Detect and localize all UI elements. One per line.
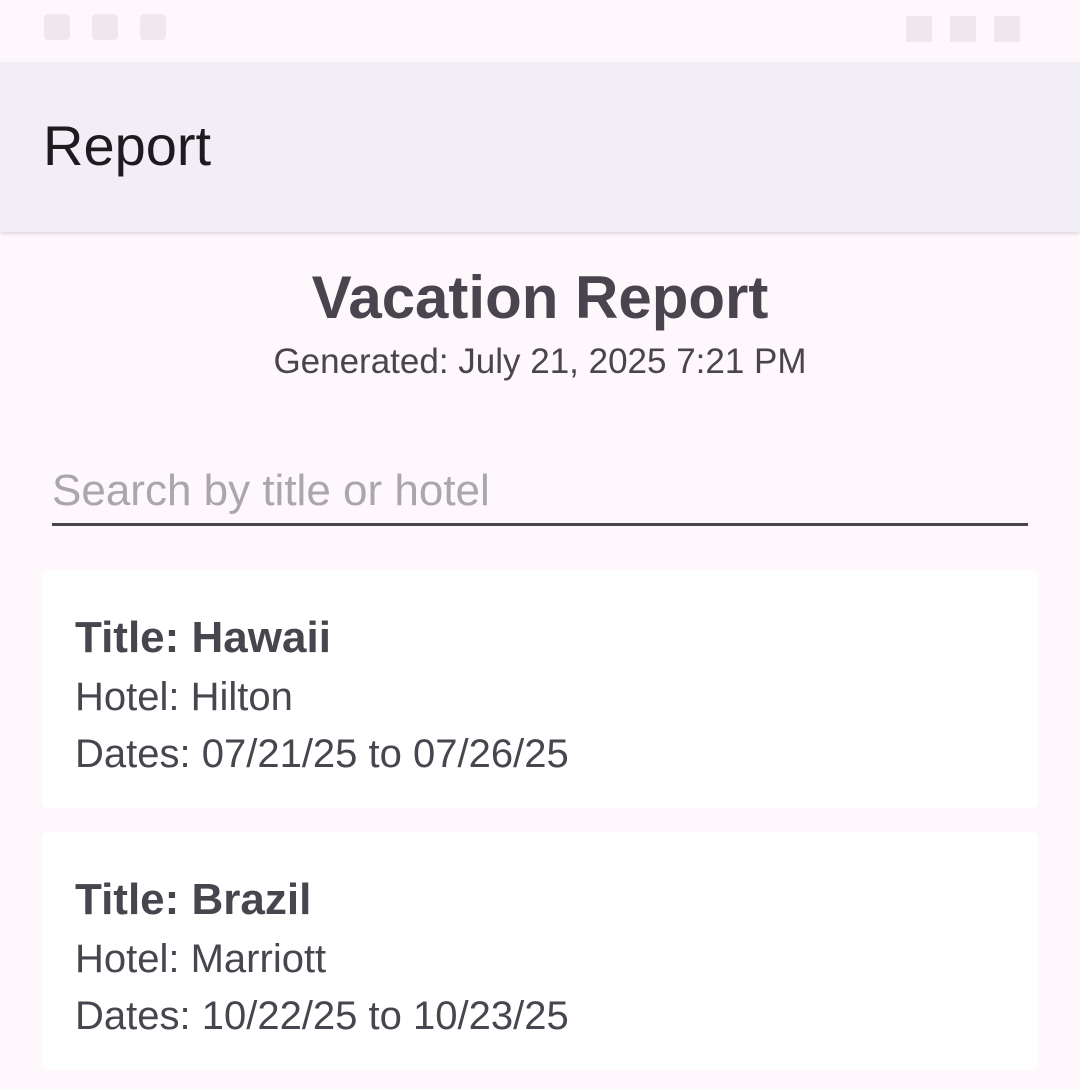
notification-icon [92, 14, 118, 40]
page-title: Vacation Report [311, 264, 769, 331]
status-bar [0, 0, 1080, 62]
vacation-card[interactable]: Title: Hawaii Hotel: Hilton Dates: 07/21… [42, 570, 1038, 808]
status-left-icons [44, 14, 166, 40]
report-content[interactable]: Vacation Report Generated: July 21, 2025… [0, 232, 1080, 1089]
search-input[interactable] [52, 458, 1028, 526]
vacation-dates: Dates: 10/22/25 to 10/23/25 [75, 994, 569, 1038]
notification-icon [140, 14, 166, 40]
vacation-hotel: Hotel: Hilton [75, 675, 293, 719]
vacation-card[interactable]: Title: Brazil Hotel: Marriott Dates: 10/… [42, 832, 1038, 1070]
app-bar: Report [0, 62, 1080, 232]
clock-icon [44, 14, 70, 40]
status-right-icons [906, 16, 1020, 42]
generated-timestamp: Generated: July 21, 2025 7:21 PM [273, 342, 807, 381]
signal-icon [950, 16, 976, 42]
vacation-dates: Dates: 07/21/25 to 07/26/25 [75, 732, 569, 776]
app-bar-title: Report [43, 114, 212, 177]
vacation-title: Title: Hawaii [75, 613, 331, 662]
battery-icon [994, 16, 1020, 42]
vacation-hotel: Hotel: Marriott [75, 937, 327, 981]
wifi-icon [906, 16, 932, 42]
vacation-title: Title: Brazil [75, 875, 312, 924]
